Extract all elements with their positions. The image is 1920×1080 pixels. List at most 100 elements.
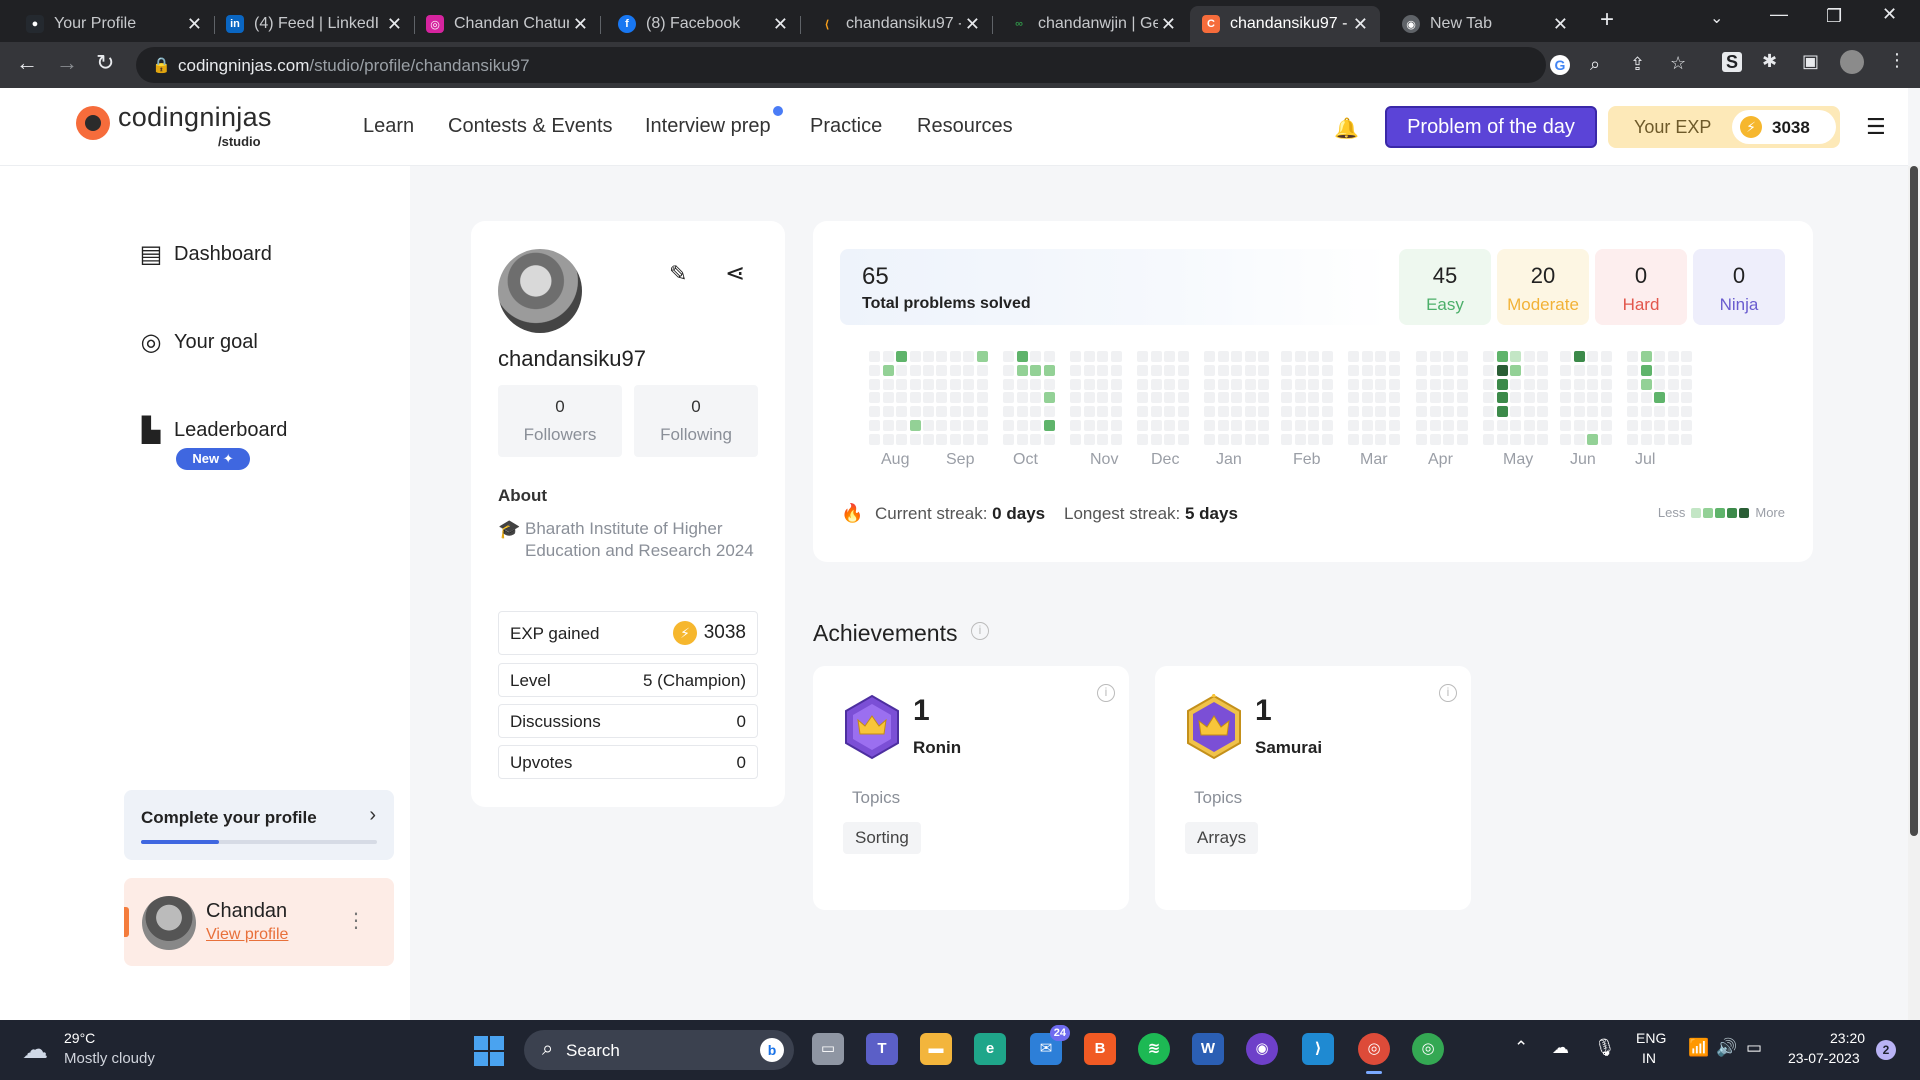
heatmap-cell[interactable]	[1388, 433, 1400, 445]
heatmap-cell[interactable]	[896, 351, 907, 362]
heatmap-cell[interactable]	[936, 433, 947, 445]
heatmap-cell[interactable]	[1456, 351, 1468, 362]
heatmap-cell[interactable]	[1667, 406, 1679, 418]
heatmap-cell[interactable]	[1483, 392, 1494, 404]
heatmap-cell[interactable]	[936, 351, 947, 362]
heatmap-cell[interactable]	[1483, 433, 1494, 445]
heatmap-cell[interactable]	[963, 433, 974, 445]
heatmap-cell[interactable]	[1003, 406, 1014, 418]
heatmap-cell[interactable]	[1110, 364, 1122, 376]
heatmap-cell[interactable]	[1627, 351, 1638, 362]
heatmap-cell[interactable]	[1667, 392, 1679, 404]
heatmap-cell[interactable]	[1244, 406, 1256, 418]
heatmap-cell[interactable]	[1030, 433, 1041, 445]
heatmap-cell[interactable]	[1537, 433, 1548, 445]
heatmap-cell[interactable]	[1043, 392, 1055, 404]
heatmap-cell[interactable]	[936, 406, 947, 418]
heatmap-cell[interactable]	[1308, 351, 1319, 362]
heatmap-cell[interactable]	[1016, 364, 1028, 376]
brave-icon[interactable]: B	[1084, 1033, 1116, 1065]
heatmap-cell[interactable]	[1097, 406, 1108, 418]
nav-resources[interactable]: Resources	[917, 115, 1013, 138]
heatmap-cell[interactable]	[1627, 433, 1638, 445]
volume-icon[interactable]: 🔊	[1716, 1038, 1737, 1058]
heatmap-cell[interactable]	[1361, 378, 1373, 390]
heatmap-cell[interactable]	[1110, 351, 1122, 362]
nav-contests-events[interactable]: Contests & Events	[448, 115, 613, 138]
heatmap-cell[interactable]	[869, 392, 880, 404]
heatmap-cell[interactable]	[1177, 392, 1189, 404]
heatmap-cell[interactable]	[1496, 378, 1508, 390]
wifi-icon[interactable]: 📶	[1688, 1038, 1709, 1058]
browser-tab[interactable]: in (4) Feed | LinkedIn ✕	[214, 6, 414, 42]
heatmap-cell[interactable]	[1348, 433, 1359, 445]
heatmap-cell[interactable]	[1627, 378, 1638, 390]
heatmap-cell[interactable]	[1321, 392, 1333, 404]
heatmap-cell[interactable]	[1388, 351, 1400, 362]
heatmap-cell[interactable]	[1429, 351, 1441, 362]
heatmap-cell[interactable]	[936, 364, 947, 376]
heatmap-cell[interactable]	[1348, 406, 1359, 418]
heatmap-cell[interactable]	[1388, 392, 1400, 404]
heatmap-cell[interactable]	[1177, 378, 1189, 390]
heatmap-cell[interactable]	[1640, 364, 1652, 376]
heatmap-cell[interactable]	[1681, 406, 1692, 418]
page-scrollbar[interactable]	[1908, 166, 1920, 1020]
sidebar-item-dashboard[interactable]: ▤ Dashboard	[136, 240, 272, 269]
address-bar[interactable]: 🔒 codingninjas.com/studio/profile/chanda…	[136, 47, 1686, 83]
heatmap-cell[interactable]	[1600, 420, 1612, 431]
heatmap-cell[interactable]	[1110, 392, 1122, 404]
heatmap-cell[interactable]	[1587, 420, 1598, 431]
heatmap-cell[interactable]	[1137, 364, 1148, 376]
heatmap-cell[interactable]	[1587, 433, 1598, 445]
heatmap-cell[interactable]	[1003, 392, 1014, 404]
heatmap-cell[interactable]	[1600, 351, 1612, 362]
info-icon[interactable]: i	[1439, 684, 1457, 702]
notification-count-badge[interactable]: 2	[1876, 1040, 1896, 1060]
heatmap-cell[interactable]	[923, 420, 934, 431]
heatmap-cell[interactable]	[1510, 420, 1521, 431]
heatmap-cell[interactable]	[949, 364, 961, 376]
heatmap-cell[interactable]	[1483, 420, 1494, 431]
heatmap-cell[interactable]	[1560, 420, 1571, 431]
heatmap-cell[interactable]	[1681, 364, 1692, 376]
heatmap-cell[interactable]	[1429, 392, 1441, 404]
heatmap-cell[interactable]	[1361, 351, 1373, 362]
close-icon[interactable]: ✕	[773, 14, 788, 35]
heatmap-cell[interactable]	[1231, 420, 1242, 431]
heatmap-cell[interactable]	[896, 364, 907, 376]
heatmap-cell[interactable]	[1244, 351, 1256, 362]
nav-interview-prep[interactable]: Interview prep	[645, 115, 771, 138]
heatmap-cell[interactable]	[1375, 378, 1386, 390]
close-icon[interactable]: ✕	[1353, 14, 1368, 35]
heatmap-cell[interactable]	[1281, 364, 1292, 376]
heatmap-cell[interactable]	[1231, 378, 1242, 390]
heatmap-cell[interactable]	[1164, 351, 1175, 362]
heatmap-cell[interactable]	[869, 378, 880, 390]
sidebar-item-your-goal[interactable]: ◎ Your goal	[136, 328, 258, 357]
heatmap-cell[interactable]	[1244, 364, 1256, 376]
heatmap-cell[interactable]	[1496, 351, 1508, 362]
heatmap-cell[interactable]	[1600, 378, 1612, 390]
heatmap-cell[interactable]	[882, 364, 894, 376]
heatmap-cell[interactable]	[1348, 378, 1359, 390]
heatmap-cell[interactable]	[1204, 351, 1215, 362]
browser-tab[interactable]: f (8) Facebook ✕	[606, 6, 800, 42]
heatmap-cell[interactable]	[1560, 392, 1571, 404]
heatmap-cell[interactable]	[1003, 433, 1014, 445]
heatmap-cell[interactable]	[1523, 392, 1535, 404]
heatmap-cell[interactable]	[1016, 420, 1028, 431]
heatmap-cell[interactable]	[1667, 433, 1679, 445]
heatmap-cell[interactable]	[1496, 392, 1508, 404]
info-icon[interactable]: i	[1097, 684, 1115, 702]
heatmap-cell[interactable]	[1321, 351, 1333, 362]
heatmap-cell[interactable]	[1070, 420, 1081, 431]
heatmap-cell[interactable]	[1573, 351, 1585, 362]
heatmap-cell[interactable]	[1640, 351, 1652, 362]
back-icon[interactable]: ←	[16, 50, 38, 76]
heatmap-cell[interactable]	[1573, 433, 1585, 445]
browser-tab[interactable]: ◎ Chandan Chaturvedi ✕	[414, 6, 600, 42]
heatmap-cell[interactable]	[1217, 433, 1229, 445]
heatmap-cell[interactable]	[1654, 378, 1665, 390]
heatmap-cell[interactable]	[949, 420, 961, 431]
